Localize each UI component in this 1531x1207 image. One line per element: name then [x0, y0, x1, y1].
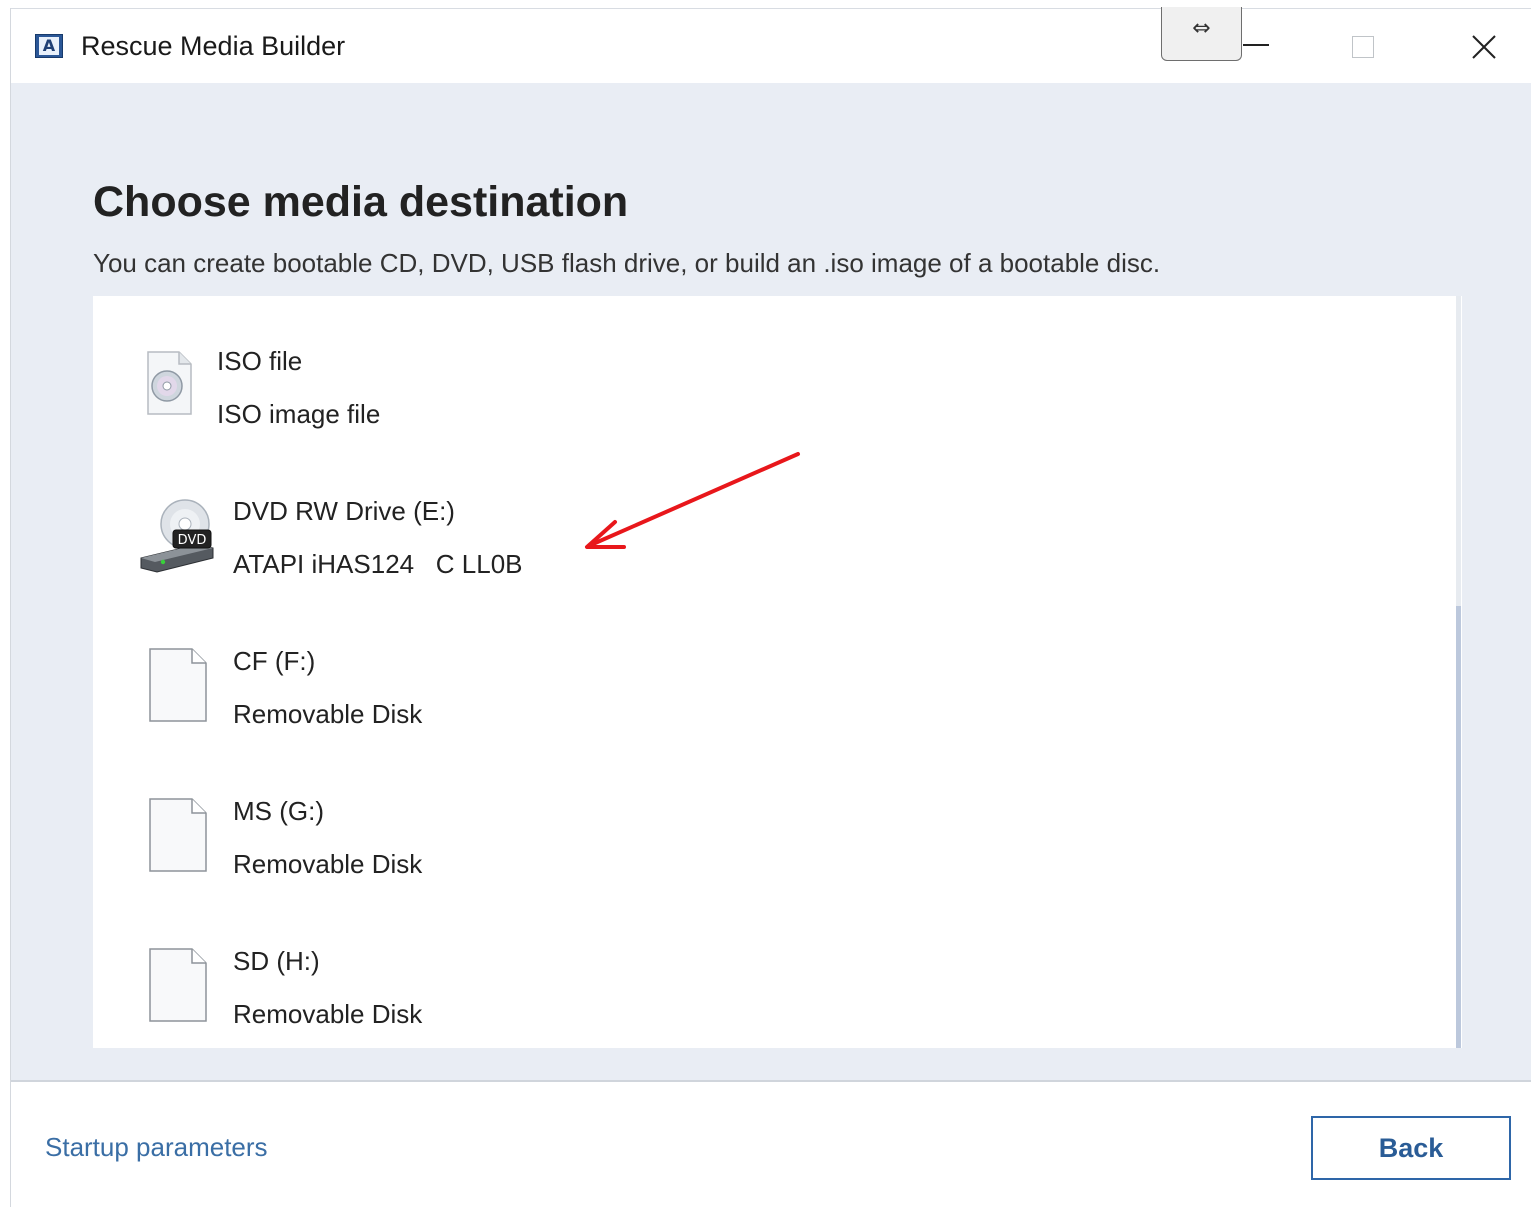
- red-arrow-icon: [585, 452, 800, 549]
- close-icon: [1472, 34, 1496, 59]
- maximize-button[interactable]: [1318, 9, 1408, 84]
- list-scrollbar[interactable]: [1454, 296, 1462, 1048]
- rescue-media-builder-window: A Rescue Media Builder ⇔ Choose media de…: [10, 7, 1531, 1207]
- back-button[interactable]: Back: [1311, 1116, 1511, 1180]
- media-destination-list: ISO file ISO image file DVD DVD RW Drive…: [93, 296, 1462, 1048]
- minimize-button[interactable]: [1211, 9, 1301, 84]
- window-title: Rescue Media Builder: [81, 31, 346, 61]
- page-title: Choose media destination: [93, 178, 629, 226]
- title-bar: A Rescue Media Builder ⇔: [11, 7, 1531, 84]
- footer-bar: Startup parameters Back: [11, 1080, 1531, 1207]
- app-logo-icon: A: [35, 34, 63, 58]
- app-logo-letter: A: [39, 37, 59, 55]
- page-subtitle: You can create bootable CD, DVD, USB fla…: [93, 248, 1161, 278]
- maximize-icon: [1352, 35, 1374, 58]
- minimize-icon: [1243, 43, 1269, 46]
- content-area: Choose media destination You can create …: [11, 83, 1531, 1080]
- scrollbar-track: [1456, 296, 1461, 1048]
- scrollbar-thumb[interactable]: [1456, 606, 1461, 1048]
- close-button[interactable]: [1439, 9, 1529, 84]
- startup-parameters-link[interactable]: Startup parameters: [45, 1132, 268, 1163]
